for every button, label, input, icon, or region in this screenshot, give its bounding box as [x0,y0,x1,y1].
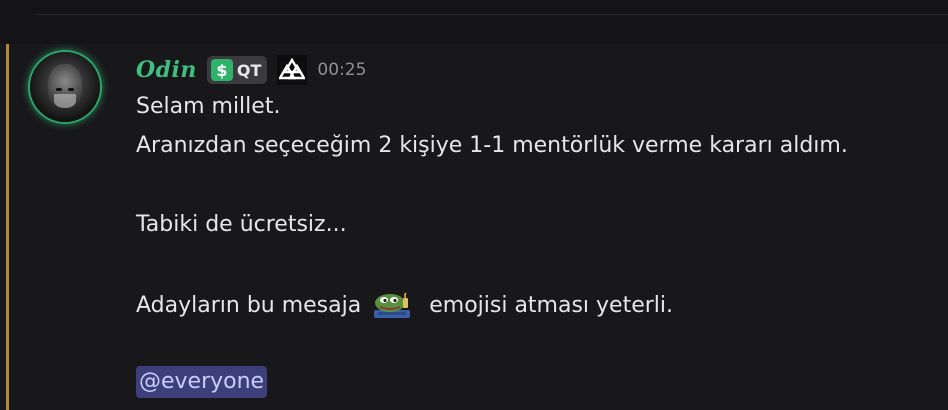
message-line-with-emoji: Adayların bu mesaja emojisi atması yeter… [136,290,673,320]
message-line: Selam millet. [136,94,281,119]
previous-message-area [0,0,948,44]
message-line: Tabiki de ücretsiz... [136,212,347,237]
mention-highlight-bar [6,44,9,410]
username[interactable]: Odin [136,57,197,83]
message-line: Adayların bu mesaja [136,293,362,318]
dollar-icon: $ [210,59,233,81]
message-line: Aranızdan seçeceğim 2 kişiye 1-1 mentörl… [136,133,848,158]
avatar-beard [54,94,76,108]
valknut-icon[interactable] [277,55,308,85]
avatar-eye [68,88,74,91]
avatar-eye [56,88,62,91]
divider [36,14,948,15]
pepe-emoji[interactable] [370,290,414,320]
message-header: Odin $ QT 00:25 [136,54,366,86]
mention-line: @everyone [136,366,268,398]
chat-message[interactable]: Odin $ QT 00:25 Selam millet. Aranızdan … [0,44,948,410]
message-line: emojisi atması yeterli. [429,293,674,318]
role-tag[interactable]: $ QT [206,56,268,84]
role-tag-label: QT [236,60,262,80]
avatar-face [48,64,82,108]
timestamp: 00:25 [317,60,367,80]
avatar[interactable] [30,52,100,122]
everyone-mention[interactable]: @everyone [136,366,268,398]
